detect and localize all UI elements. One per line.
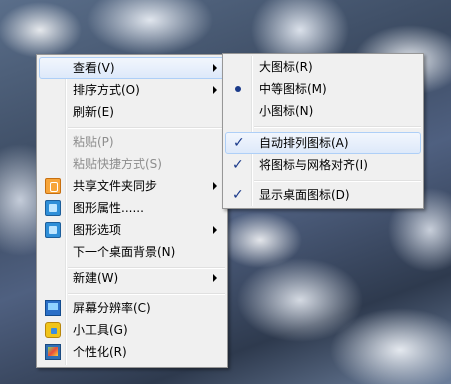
menu-item-next-background[interactable]: 下一个桌面背景(N) — [39, 241, 225, 263]
submenu-arrow-icon — [213, 274, 217, 282]
menu-item-paste-shortcut-label: 粘贴快捷方式(S) — [73, 157, 162, 171]
menu-separator — [68, 293, 225, 295]
check-mark-icon: ✓ — [232, 157, 244, 173]
submenu-item-small-icons-label: 小图标(N) — [259, 104, 314, 118]
menu-separator — [254, 126, 421, 128]
menu-item-new[interactable]: 新建(W) — [39, 267, 225, 289]
desktop-context-menu: 查看(V) 排序方式(O) 刷新(E) 粘贴(P) 粘贴快捷方式(S) 共享文件… — [36, 54, 228, 368]
menu-item-graphics-properties-label: 图形属性...... — [73, 201, 144, 215]
menu-item-new-label: 新建(W) — [73, 271, 119, 285]
menu-item-paste-shortcut: 粘贴快捷方式(S) — [39, 153, 225, 175]
graphics-options-icon — [45, 222, 61, 238]
submenu-arrow-icon — [213, 182, 217, 190]
menu-item-view-label: 查看(V) — [73, 61, 115, 75]
submenu-arrow-icon — [213, 86, 217, 94]
submenu-item-medium-icons[interactable]: 中等图标(M) — [225, 78, 421, 100]
check-mark-icon: ✓ — [233, 135, 245, 151]
menu-item-screen-resolution[interactable]: 屏幕分辨率(C) — [39, 297, 225, 319]
submenu-item-small-icons[interactable]: 小图标(N) — [225, 100, 421, 122]
menu-item-graphics-options-label: 图形选项 — [73, 223, 122, 237]
submenu-item-auto-arrange[interactable]: ✓ 自动排列图标(A) — [225, 132, 421, 154]
menu-separator — [68, 127, 225, 129]
menu-item-personalize[interactable]: 个性化(R) — [39, 341, 225, 363]
menu-item-graphics-options[interactable]: 图形选项 — [39, 219, 225, 241]
menu-item-gadgets[interactable]: 小工具(G) — [39, 319, 225, 341]
check-mark-icon: ✓ — [232, 187, 244, 203]
menu-separator — [254, 180, 421, 182]
submenu-arrow-icon — [213, 64, 217, 72]
radio-bullet-icon — [235, 86, 241, 92]
submenu-item-align-to-grid[interactable]: ✓ 将图标与网格对齐(I) — [225, 154, 421, 176]
menu-item-sort-by[interactable]: 排序方式(O) — [39, 79, 225, 101]
submenu-item-show-desktop-icons-label: 显示桌面图标(D) — [259, 188, 350, 202]
share-sync-icon — [45, 178, 61, 194]
submenu-item-medium-icons-label: 中等图标(M) — [259, 82, 327, 96]
gadgets-icon — [45, 322, 61, 338]
menu-item-refresh-label: 刷新(E) — [73, 105, 114, 119]
submenu-item-large-icons[interactable]: 大图标(R) — [225, 56, 421, 78]
menu-item-share-sync-label: 共享文件夹同步 — [73, 179, 158, 193]
menu-item-screen-resolution-label: 屏幕分辨率(C) — [73, 301, 151, 315]
submenu-item-large-icons-label: 大图标(R) — [259, 60, 313, 74]
menu-item-refresh[interactable]: 刷新(E) — [39, 101, 225, 123]
menu-item-view[interactable]: 查看(V) — [39, 57, 225, 79]
graphics-properties-icon — [45, 200, 61, 216]
menu-item-gadgets-label: 小工具(G) — [73, 323, 128, 337]
submenu-item-show-desktop-icons[interactable]: ✓ 显示桌面图标(D) — [225, 184, 421, 206]
view-submenu: 大图标(R) 中等图标(M) 小图标(N) ✓ 自动排列图标(A) ✓ 将图标与… — [222, 53, 424, 209]
menu-item-next-background-label: 下一个桌面背景(N) — [73, 245, 176, 259]
monitor-icon — [45, 300, 61, 316]
submenu-item-auto-arrange-label: 自动排列图标(A) — [259, 136, 349, 150]
menu-item-personalize-label: 个性化(R) — [73, 345, 127, 359]
submenu-arrow-icon — [213, 226, 217, 234]
menu-item-share-sync[interactable]: 共享文件夹同步 — [39, 175, 225, 197]
menu-item-sort-by-label: 排序方式(O) — [73, 83, 140, 97]
menu-item-paste: 粘贴(P) — [39, 131, 225, 153]
menu-item-paste-label: 粘贴(P) — [73, 135, 114, 149]
personalize-icon — [45, 344, 61, 360]
submenu-item-align-to-grid-label: 将图标与网格对齐(I) — [259, 158, 368, 172]
menu-item-graphics-properties[interactable]: 图形属性...... — [39, 197, 225, 219]
